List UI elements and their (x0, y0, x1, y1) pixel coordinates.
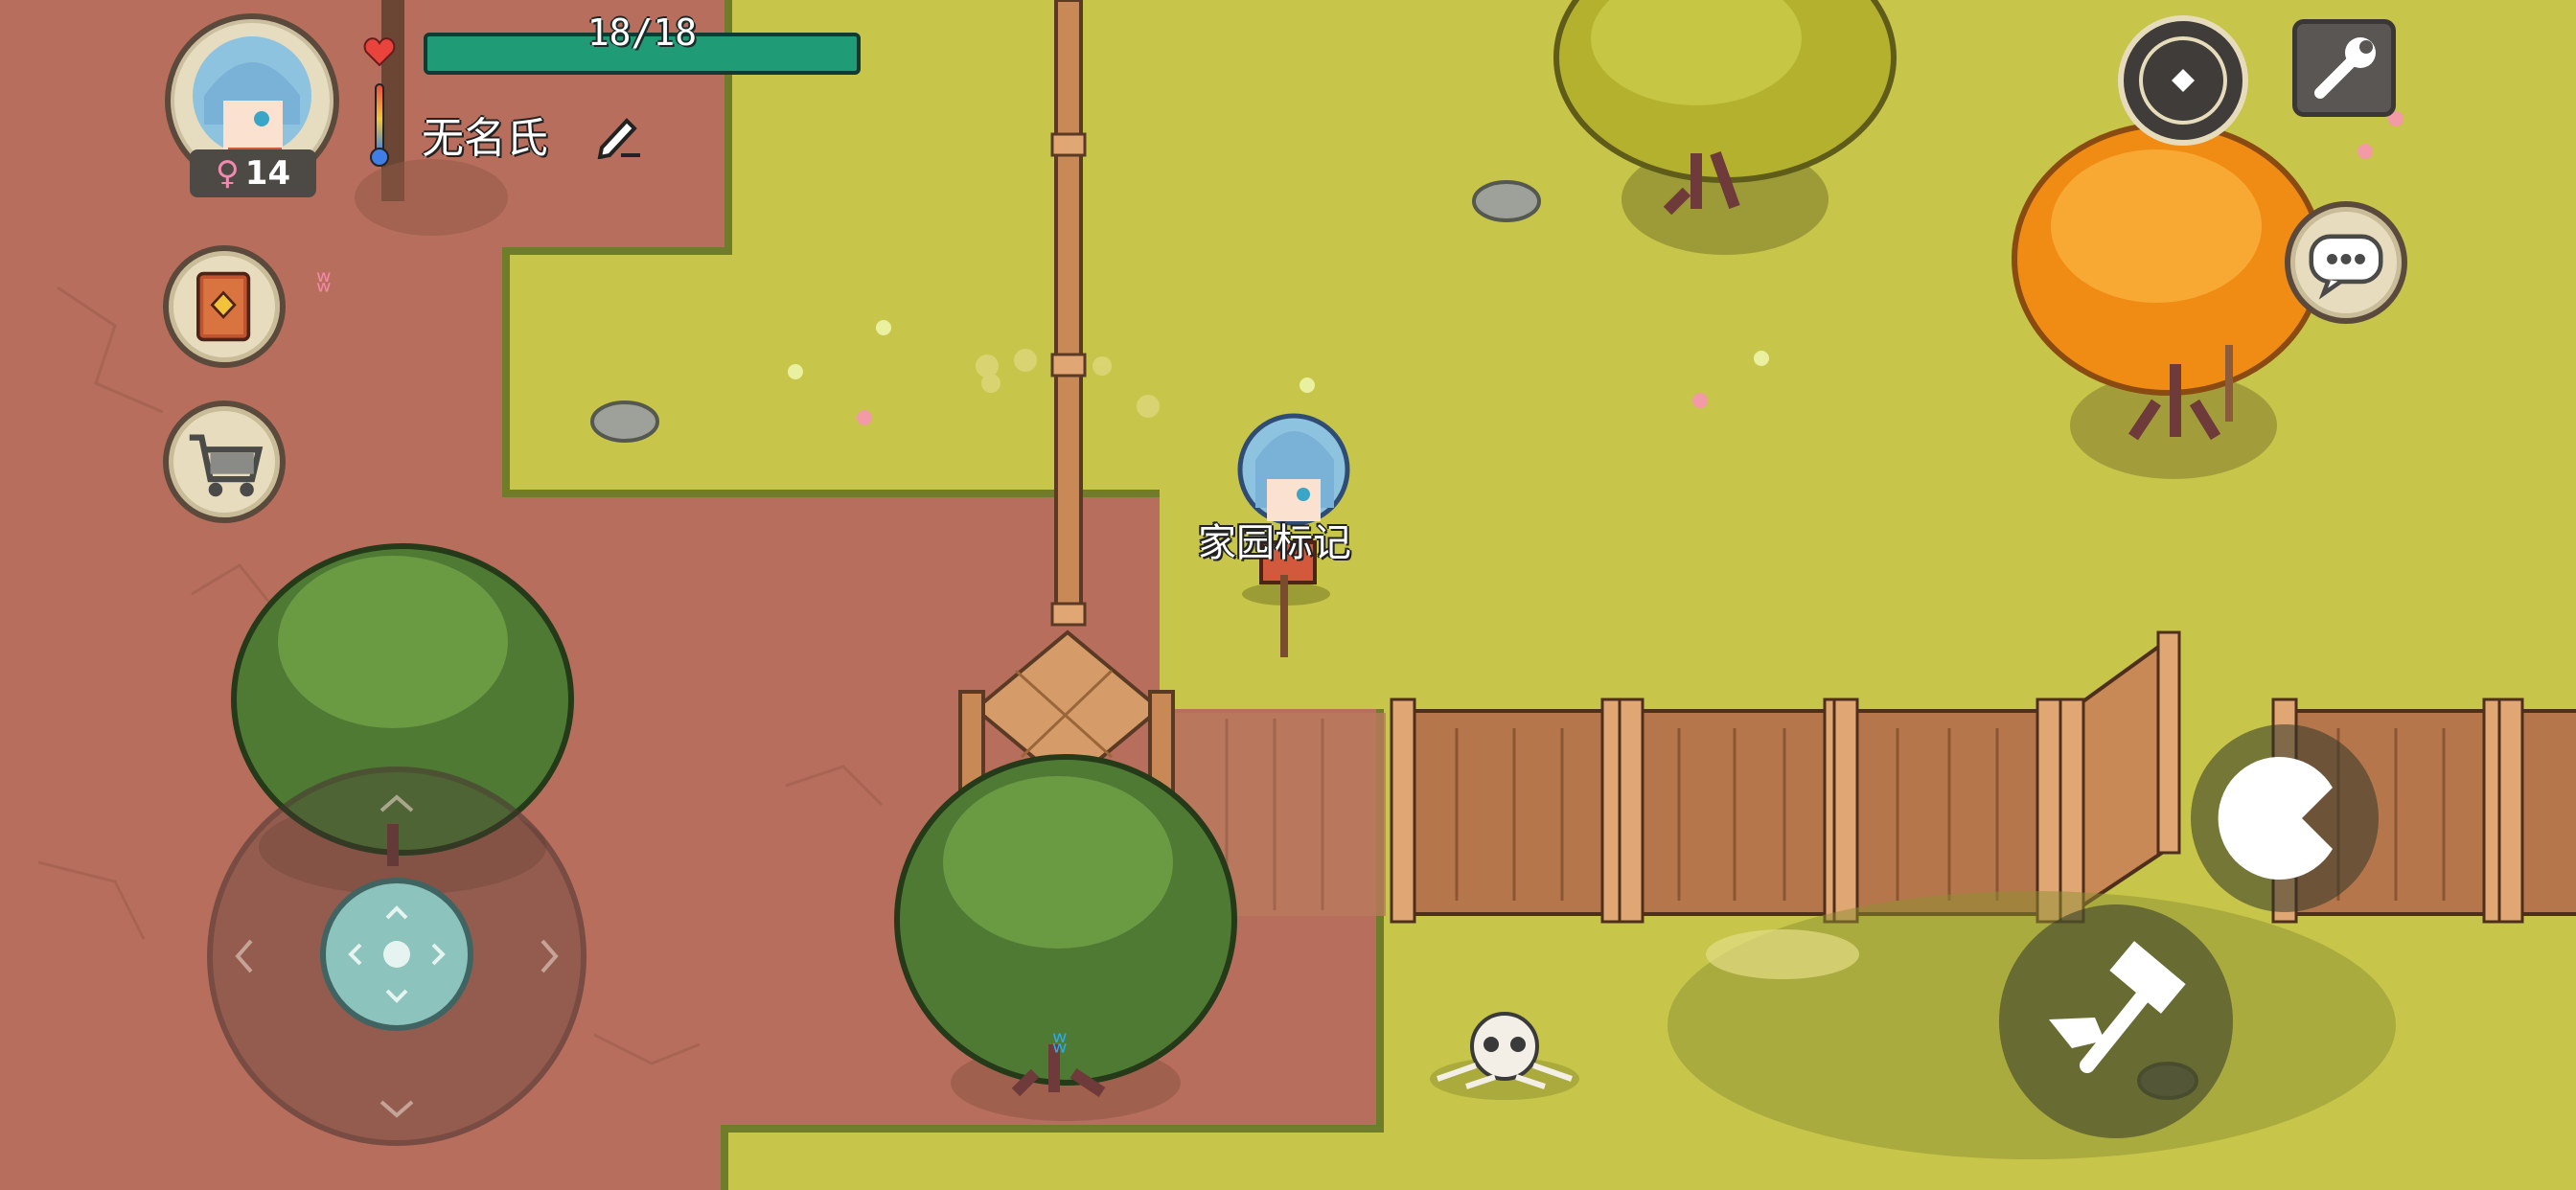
chat-bubble-icon (2309, 234, 2383, 300)
joystick-icon (348, 905, 446, 1003)
hp-text: 18/18 (586, 11, 698, 54)
rock (1472, 180, 1541, 222)
journal-button[interactable] (163, 245, 286, 368)
svg-text:ʬ: ʬ (316, 265, 331, 299)
home-marker-label: 家园标记 (1198, 521, 1351, 565)
level-badge: ♀ 14 (190, 149, 316, 197)
settings-button[interactable] (2292, 19, 2396, 117)
pacman-interact-icon (2218, 757, 2333, 880)
chat-button[interactable] (2285, 201, 2407, 324)
compass-button[interactable] (2118, 15, 2248, 146)
shopping-cart-icon (189, 434, 264, 497)
heart-icon (363, 37, 396, 67)
joystick-knob[interactable] (320, 878, 473, 1031)
female-gender-icon: ♀ (215, 154, 240, 193)
wrench-icon (2314, 37, 2376, 99)
interact-button[interactable] (2191, 724, 2379, 912)
thermometer-icon (370, 83, 389, 167)
player-level: 14 (244, 154, 291, 193)
rock (590, 400, 659, 443)
fence-post-vertical (1054, 0, 1083, 625)
compass-icon (2139, 36, 2227, 125)
pencil-edit-icon[interactable] (594, 109, 644, 159)
shop-button[interactable] (163, 400, 286, 523)
hammer-axe-icon (2049, 941, 2186, 1073)
journal-book-icon (196, 271, 251, 342)
attack-button[interactable] (1999, 904, 2233, 1138)
player-name: 无名氏 (422, 114, 548, 163)
svg-text:ʬ: ʬ (1052, 1026, 1067, 1060)
